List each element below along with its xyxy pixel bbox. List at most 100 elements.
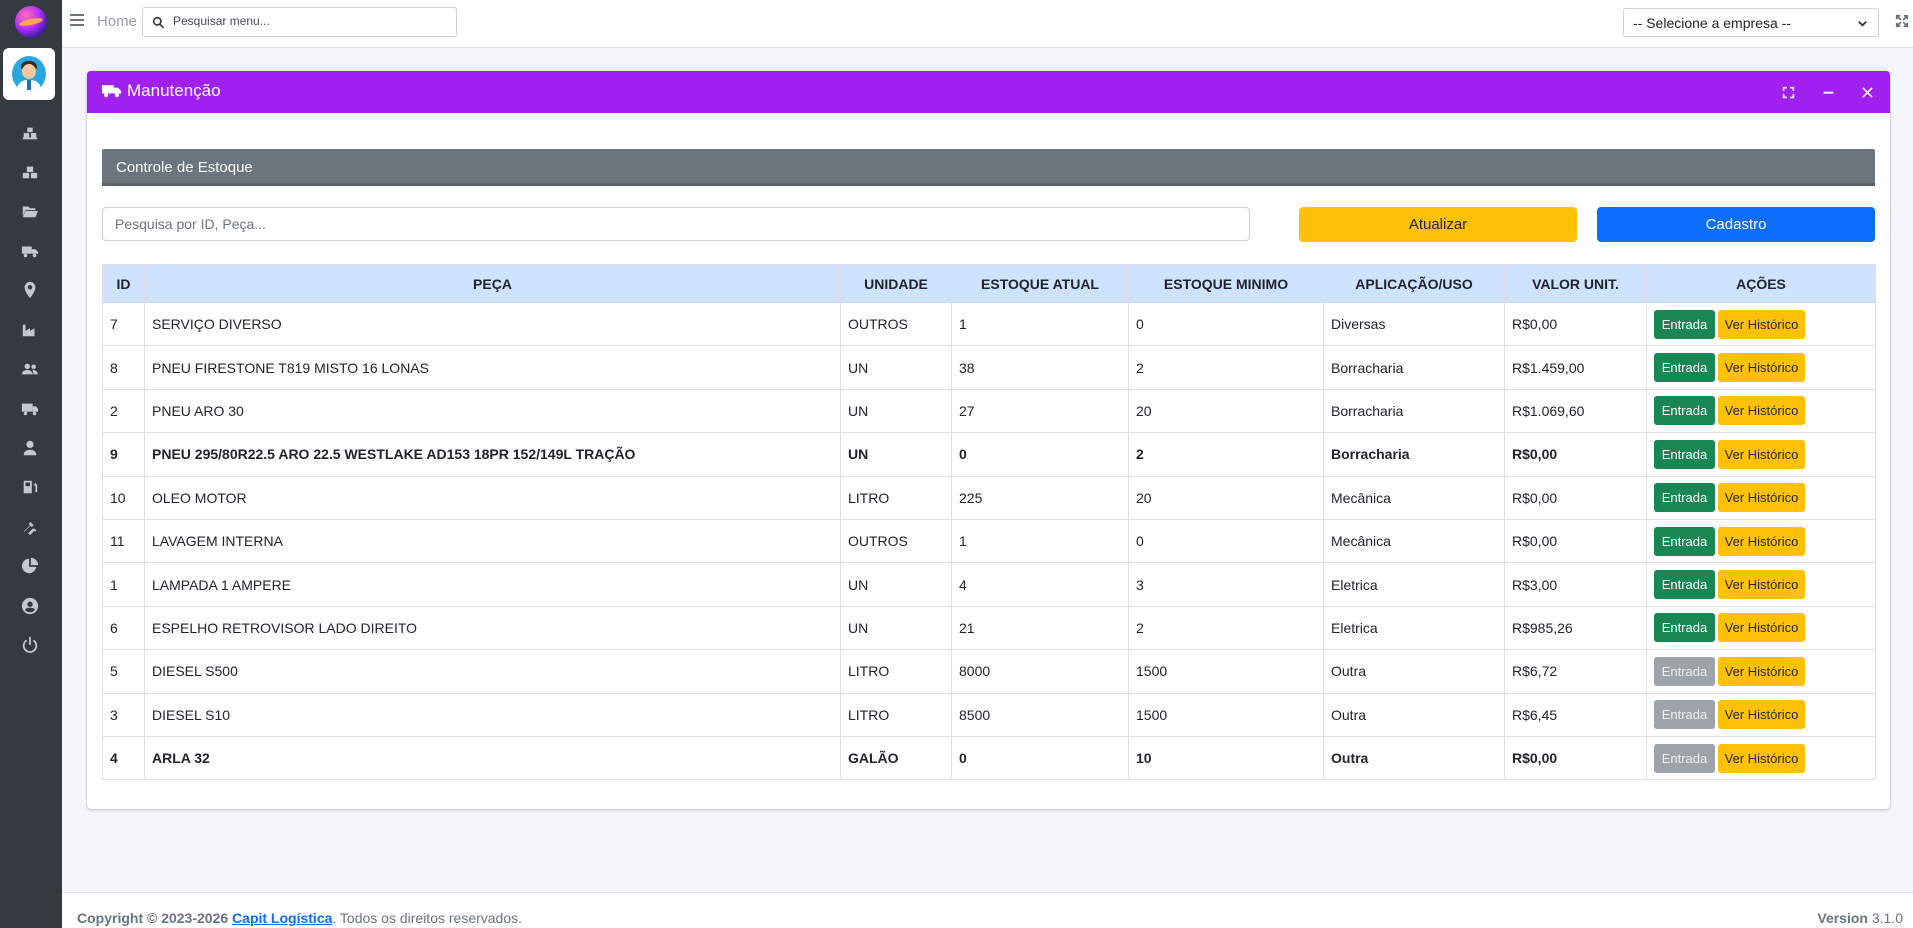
copyright-text: Copyright © 2023-2026	[77, 910, 229, 926]
cell-actions: Entrada Ver Histórico	[1646, 432, 1876, 477]
stock-search-input[interactable]	[102, 207, 1250, 241]
entry-button[interactable]: Entrada	[1654, 309, 1715, 339]
search-icon	[152, 16, 165, 29]
cell-use: Borracharia	[1323, 345, 1505, 390]
avatar-icon	[12, 56, 46, 92]
tools-icon[interactable]	[19, 516, 41, 538]
cell-actions: Entrada Ver Histórico	[1646, 562, 1876, 607]
history-button[interactable]: Ver Histórico	[1718, 483, 1805, 513]
history-button[interactable]: Ver Histórico	[1718, 656, 1805, 686]
cell-part: SERVIÇO DIVERSO	[144, 301, 841, 347]
entry-button[interactable]: Entrada	[1654, 570, 1715, 600]
chart-pie-icon[interactable]	[19, 555, 41, 577]
cell-actions: Entrada Ver Histórico	[1646, 518, 1876, 564]
menu-toggle-icon[interactable]	[70, 14, 84, 28]
cell-actions: Entrada Ver Histórico	[1646, 649, 1876, 694]
cell-unit: GALÃO	[840, 735, 952, 781]
cell-min-stock: 2	[1128, 345, 1324, 390]
history-button[interactable]: Ver Histórico	[1718, 570, 1805, 600]
cell-unit: UN	[840, 345, 952, 390]
cell-min-stock: 20	[1128, 475, 1324, 520]
cell-use: Eletrica	[1323, 562, 1505, 607]
table-row: 2 PNEU ARO 30 UN 27 20 Borracharia R$1.0…	[102, 388, 1876, 434]
company-select[interactable]: -- Selecione a empresa --	[1623, 8, 1879, 37]
user-tie-icon[interactable]	[19, 437, 41, 459]
entry-button[interactable]: Entrada	[1654, 483, 1715, 513]
history-button[interactable]: Ver Histórico	[1718, 439, 1805, 469]
user-avatar[interactable]	[3, 48, 55, 100]
entry-button[interactable]: Entrada	[1654, 353, 1715, 383]
column-header: ESTOQUE ATUAL	[951, 264, 1129, 303]
user-circle-icon[interactable]	[19, 595, 41, 617]
cell-price: R$6,72	[1504, 649, 1647, 694]
cell-stock: 8000	[951, 649, 1129, 694]
history-button[interactable]: Ver Histórico	[1718, 743, 1805, 773]
cell-part: PNEU 295/80R22.5 ARO 22.5 WESTLAKE AD153…	[144, 432, 841, 477]
cell-stock: 0	[951, 432, 1129, 477]
cell-use: Borracharia	[1323, 432, 1505, 477]
refresh-button[interactable]: Atualizar	[1299, 207, 1577, 242]
entry-button[interactable]: Entrada	[1654, 439, 1715, 469]
section-header: Controle de Estoque	[102, 149, 1875, 186]
cell-actions: Entrada Ver Histórico	[1646, 475, 1876, 520]
cell-actions: Entrada Ver Histórico	[1646, 692, 1876, 737]
cell-unit: UN	[840, 562, 952, 607]
cell-use: Outra	[1323, 692, 1505, 737]
boxes-icon[interactable]	[19, 161, 41, 183]
version-value: 3.1.0	[1871, 910, 1903, 926]
maximize-icon[interactable]	[1779, 83, 1797, 101]
cell-price: R$0,00	[1504, 432, 1647, 477]
company-link[interactable]: Capit Logística	[232, 910, 332, 926]
minimize-icon[interactable]	[1819, 83, 1837, 101]
cell-min-stock: 2	[1128, 605, 1324, 651]
history-button[interactable]: Ver Histórico	[1718, 353, 1805, 383]
table-row: 10 OLEO MOTOR LITRO 225 20 Mecânica R$0,…	[102, 475, 1876, 520]
cell-id: 5	[102, 649, 145, 694]
history-button[interactable]: Ver Histórico	[1718, 396, 1805, 426]
column-header: AÇÕES	[1646, 264, 1876, 303]
history-button[interactable]: Ver Histórico	[1718, 526, 1805, 556]
cell-part: DIESEL S10	[144, 692, 841, 737]
column-header: UNIDADE	[840, 264, 952, 303]
truck-settings-icon[interactable]	[19, 240, 41, 262]
brand-logo[interactable]	[15, 6, 47, 38]
cell-stock: 0	[951, 735, 1129, 781]
cell-use: Eletrica	[1323, 605, 1505, 651]
cell-price: R$6,45	[1504, 692, 1647, 737]
register-button[interactable]: Cadastro	[1597, 207, 1875, 242]
cell-price: R$1.069,60	[1504, 388, 1647, 434]
warehouse-icon[interactable]	[19, 122, 41, 144]
map-marker-icon[interactable]	[19, 279, 41, 301]
industry-icon[interactable]	[19, 319, 41, 341]
menu-search[interactable]	[142, 7, 457, 37]
column-header: PEÇA	[144, 264, 841, 303]
cell-min-stock: 20	[1128, 388, 1324, 434]
menu-search-input[interactable]	[173, 14, 443, 28]
entry-button[interactable]: Entrada	[1654, 526, 1715, 556]
cell-unit: OUTROS	[840, 301, 952, 347]
topbar: Home -- Selecione a empresa --	[62, 0, 1913, 48]
cell-unit: UN	[840, 388, 952, 434]
cell-price: R$0,00	[1504, 301, 1647, 347]
history-button[interactable]: Ver Histórico	[1718, 613, 1805, 643]
entry-button[interactable]: Entrada	[1654, 613, 1715, 643]
cell-stock: 8500	[951, 692, 1129, 737]
cell-min-stock: 1500	[1128, 649, 1324, 694]
truck-icon[interactable]	[19, 398, 41, 420]
power-icon[interactable]	[19, 634, 41, 656]
card-header: Manutenção	[87, 71, 1890, 113]
users-icon[interactable]	[19, 358, 41, 380]
sidebar	[0, 0, 62, 928]
history-button[interactable]: Ver Histórico	[1718, 700, 1805, 730]
entry-button[interactable]: Entrada	[1654, 396, 1715, 426]
fullscreen-icon[interactable]	[1895, 14, 1911, 30]
home-link[interactable]: Home	[97, 13, 137, 30]
close-icon[interactable]	[1858, 83, 1876, 101]
cell-price: R$3,00	[1504, 562, 1647, 607]
cell-part: LAVAGEM INTERNA	[144, 518, 841, 564]
cell-id: 3	[102, 692, 145, 737]
cell-id: 7	[102, 301, 145, 347]
gas-pump-icon[interactable]	[19, 476, 41, 498]
folder-open-icon[interactable]	[19, 200, 41, 222]
history-button[interactable]: Ver Histórico	[1718, 309, 1805, 339]
